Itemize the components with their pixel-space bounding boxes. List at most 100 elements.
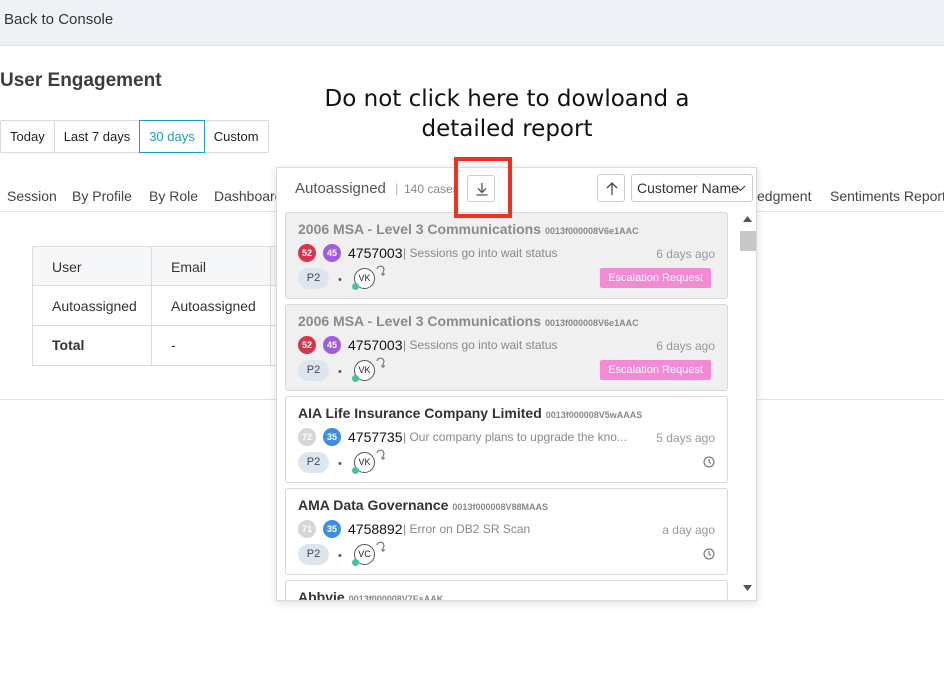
table-divider	[270, 246, 271, 366]
case-info-row: 71 35 4758892 | Error on DB2 SR Scan a day a…	[298, 520, 723, 538]
tab-dashboard[interactable]: Dashboard	[214, 188, 283, 204]
case-meta-row: P2 • VK Escalation Request	[298, 357, 723, 382]
customer-name: Abbvie 0013f000008V7EsAAK	[298, 589, 444, 601]
clock-icon	[703, 456, 715, 468]
handoff-icon	[376, 357, 385, 368]
case-card[interactable]: AMA Data Governance 0013f000008V88MAAS 71 3…	[285, 488, 728, 575]
page-title: User Engagement	[0, 70, 162, 91]
sentiment-badge: 45	[323, 244, 341, 262]
cell-email: Autoassigned	[171, 298, 256, 314]
customer-name-text: Abbvie	[298, 589, 345, 601]
account-id: 0013f000008V7EsAAK	[348, 594, 444, 601]
separator-dot: •	[338, 274, 342, 286]
customer-name-text: 2006 MSA - Level 3 Communications	[298, 313, 541, 329]
date-range-selector: Today Last 7 days 30 days Custom	[0, 120, 269, 153]
annotation-line-1: Do not click here to dowloand a	[324, 86, 690, 112]
cell-total-label: Total	[52, 337, 85, 353]
sentiment-badge: 35	[323, 428, 341, 446]
case-subject: | Error on DB2 SR Scan	[403, 522, 531, 536]
clock-icon	[703, 548, 715, 560]
case-number[interactable]: 4757735	[348, 429, 403, 445]
account-id: 0013f000008V5wAAAS	[545, 410, 643, 420]
case-meta-row: P2 • VC	[298, 541, 723, 566]
account-id: 0013f000008V88MAAS	[452, 502, 548, 512]
customer-name: AMA Data Governance 0013f000008V88MAAS	[298, 497, 548, 513]
case-age: 6 days ago	[656, 247, 715, 261]
case-subject: | Sessions go into wait status	[403, 338, 558, 352]
priority-badge: P2	[298, 360, 329, 381]
handoff-icon	[376, 449, 385, 460]
sentiment-badge: 35	[323, 520, 341, 538]
account-id: 0013f000008V6e1AAC	[545, 226, 639, 236]
annotation-text: Do not click here to dowloand a detailed…	[312, 84, 702, 144]
case-meta-row: P2 • VK	[298, 449, 723, 474]
case-card[interactable]: 2006 MSA - Level 3 Communications 0013f00…	[285, 212, 728, 299]
sort-direction-button[interactable]	[597, 174, 625, 202]
download-highlight-box	[454, 157, 512, 218]
online-status-dot	[352, 283, 359, 290]
tab-session[interactable]: Session	[7, 188, 57, 204]
cell-total-email: -	[171, 337, 176, 353]
sort-field-value: Customer Name	[637, 180, 739, 196]
tab-sentiments-report[interactable]: Sentiments Report	[830, 188, 944, 204]
online-status-dot	[352, 375, 359, 382]
customer-name: 2006 MSA - Level 3 Communications 0013f00…	[298, 221, 639, 237]
scroll-up-arrow-icon[interactable]	[743, 216, 752, 222]
range-today-button[interactable]: Today	[1, 121, 55, 152]
sentiment-badge: 45	[323, 336, 341, 354]
case-number[interactable]: 4757003	[348, 337, 403, 353]
priority-badge: P2	[298, 268, 329, 289]
scrollbar[interactable]	[737, 208, 756, 600]
score-badge: 52	[298, 336, 316, 354]
popup-separator: |	[395, 181, 399, 196]
online-status-dot	[352, 559, 359, 566]
annotation-line-2: detailed report	[421, 116, 593, 142]
case-list: 2006 MSA - Level 3 Communications 0013f00…	[277, 208, 737, 601]
scrollbar-thumb[interactable]	[740, 231, 756, 251]
customer-name-text: AMA Data Governance	[298, 497, 449, 513]
range-30-days-button[interactable]: 30 days	[139, 120, 205, 153]
sort-field-select[interactable]: Customer Name	[631, 174, 753, 202]
case-info-row: 52 45 4757003 | Sessions go into wait statu…	[298, 244, 723, 262]
escalation-tag: Escalation Request	[600, 360, 711, 380]
column-header-user: User	[52, 259, 82, 275]
case-info-row: 72 35 4757735 | Our company plans to upgrad…	[298, 428, 723, 446]
case-card[interactable]: AIA Life Insurance Company Limited 0013f0…	[285, 396, 728, 483]
score-badge: 72	[298, 428, 316, 446]
case-card[interactable]: Abbvie 0013f000008V7EsAAK	[285, 580, 728, 601]
separator-dot: •	[338, 550, 342, 562]
popup-header: Autoassigned | 140 cases Customer Name	[277, 168, 756, 208]
case-info-row: 52 45 4757003 | Sessions go into wait statu…	[298, 336, 723, 354]
case-meta-row: P2 • VK Escalation Request	[298, 265, 723, 290]
top-bar: Back to Console	[0, 0, 944, 46]
separator-dot: •	[338, 458, 342, 470]
case-age: 5 days ago	[656, 431, 715, 445]
case-number[interactable]: 4758892	[348, 521, 403, 537]
customer-name-text: AIA Life Insurance Company Limited	[298, 405, 542, 421]
arrow-up-icon	[606, 182, 618, 195]
handoff-icon	[376, 541, 385, 552]
range-custom-button[interactable]: Custom	[204, 121, 268, 152]
scroll-down-arrow-icon[interactable]	[743, 585, 752, 591]
separator-dot: •	[338, 366, 342, 378]
chevron-down-icon	[735, 185, 746, 192]
case-number[interactable]: 4757003	[348, 245, 403, 261]
score-badge: 52	[298, 244, 316, 262]
popup-title: Autoassigned	[295, 180, 386, 197]
column-header-email: Email	[171, 259, 207, 275]
case-subject: | Our company plans to upgrade the kno..…	[403, 430, 627, 444]
tab-by-role[interactable]: By Role	[149, 188, 198, 204]
tab-by-profile[interactable]: By Profile	[72, 188, 132, 204]
tab-acknowledgment[interactable]: edgment	[757, 188, 811, 204]
handoff-icon	[376, 265, 385, 276]
escalation-tag: Escalation Request	[600, 268, 711, 288]
online-status-dot	[352, 467, 359, 474]
priority-badge: P2	[298, 544, 329, 565]
case-age: 6 days ago	[656, 339, 715, 353]
back-to-console-link[interactable]: Back to Console	[4, 11, 113, 28]
score-badge: 71	[298, 520, 316, 538]
cell-user: Autoassigned	[52, 298, 137, 314]
customer-name: AIA Life Insurance Company Limited 0013f0…	[298, 405, 642, 421]
case-card[interactable]: 2006 MSA - Level 3 Communications 0013f00…	[285, 304, 728, 391]
range-last-7-days-button[interactable]: Last 7 days	[54, 121, 141, 152]
